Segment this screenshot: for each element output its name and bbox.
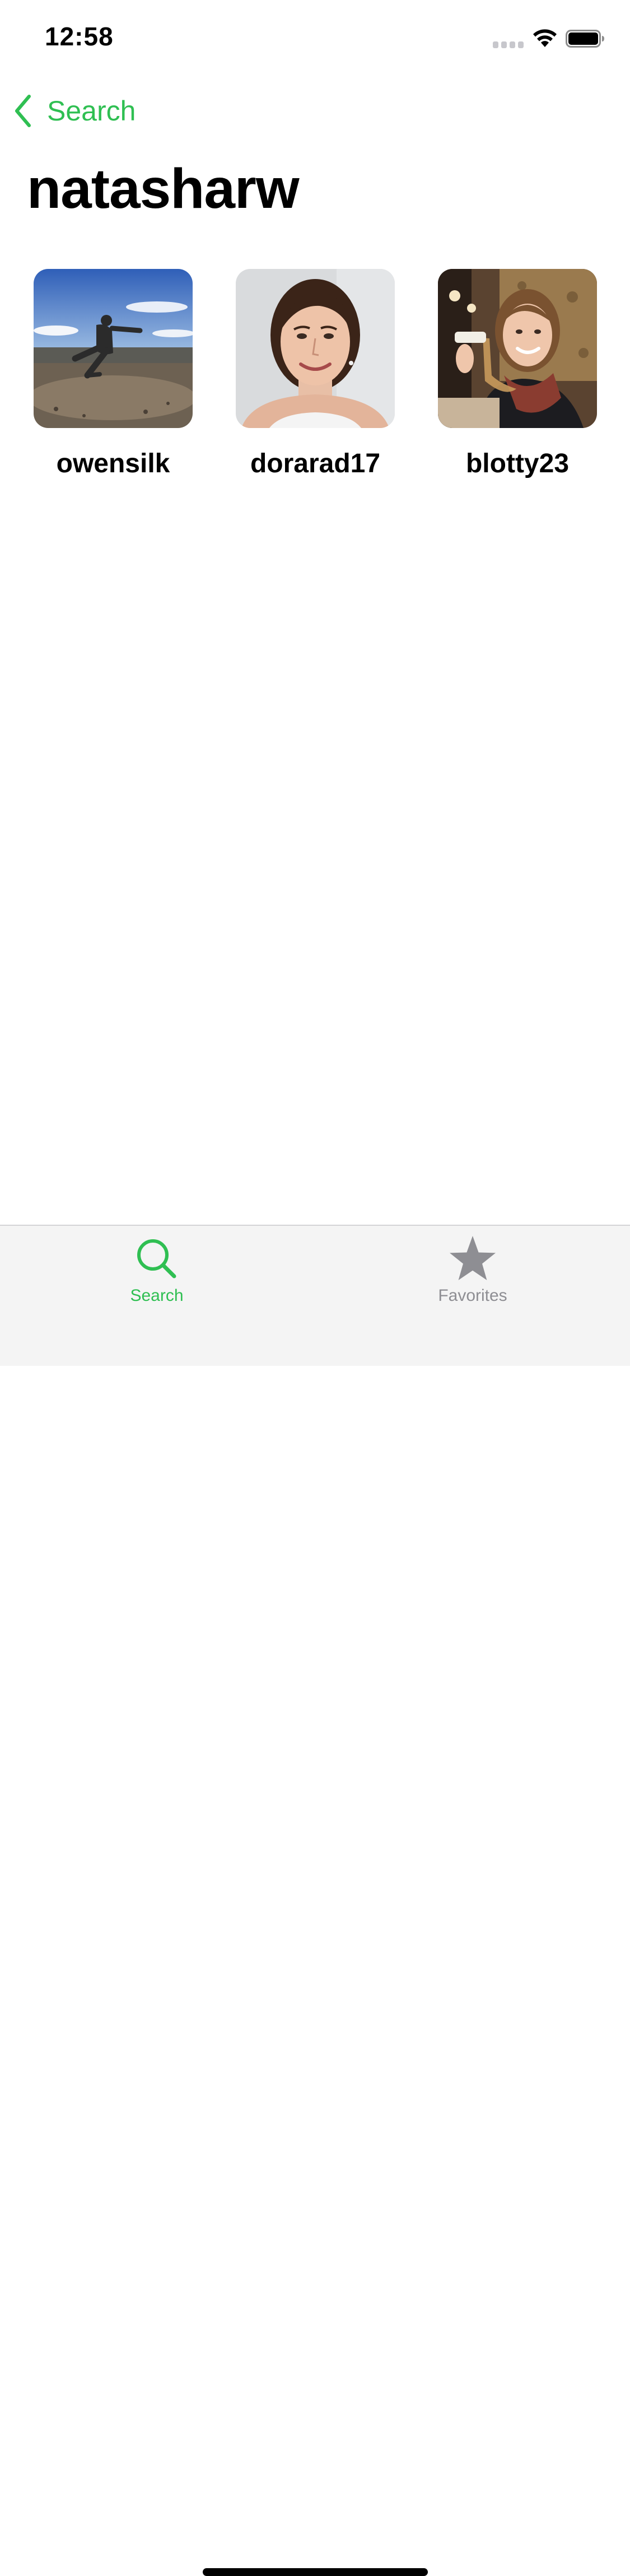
cellular-signal-icon <box>493 41 524 48</box>
follower-username: owensilk <box>56 449 170 478</box>
tab-favorites[interactable]: Favorites <box>389 1226 557 1310</box>
chevron-left-icon <box>15 95 31 127</box>
avatar <box>236 269 395 428</box>
wifi-icon <box>533 29 557 47</box>
star-icon <box>450 1236 496 1280</box>
tab-favorites-label: Favorites <box>438 1286 507 1305</box>
avatar <box>34 269 193 428</box>
followers-grid: owensilk dorarad17 blotty23 <box>0 269 630 482</box>
battery-icon <box>566 30 604 48</box>
tab-search[interactable]: Search <box>73 1226 241 1310</box>
back-button[interactable]: Search <box>12 93 136 129</box>
back-button-label: Search <box>47 95 136 127</box>
follower-card[interactable]: blotty23 <box>438 269 597 479</box>
avatar <box>438 269 597 428</box>
status-bar: 12:58 <box>0 0 630 74</box>
tab-bar: Search Favorites <box>0 1225 630 2576</box>
search-icon <box>137 1239 176 1278</box>
home-indicator[interactable] <box>203 2568 428 2576</box>
avatar-photo-dorarad17 <box>236 269 395 428</box>
follower-card[interactable]: owensilk <box>34 269 193 479</box>
tab-search-label: Search <box>130 1286 184 1305</box>
follower-card[interactable]: dorarad17 <box>236 269 395 479</box>
avatar-photo-owensilk <box>34 269 193 428</box>
page-title: natasharw <box>27 157 300 220</box>
avatar-photo-blotty23 <box>438 269 597 428</box>
follower-username: dorarad17 <box>250 449 381 478</box>
status-time: 12:58 <box>45 22 114 51</box>
follower-username: blotty23 <box>465 449 570 478</box>
